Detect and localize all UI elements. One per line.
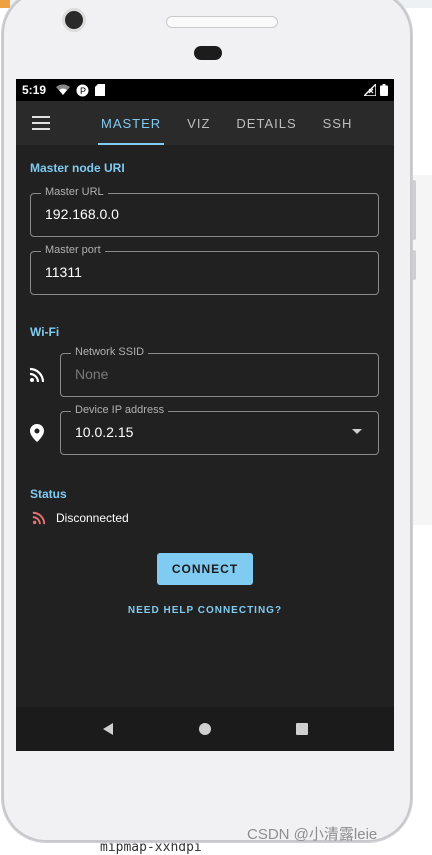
tab-bar: MASTER VIZ DETAILS SSH [88, 101, 365, 145]
master-port-label: Master port [41, 244, 105, 256]
master-url-value: 192.168.0.0 [45, 206, 119, 222]
connect-button[interactable]: CONNECT [157, 553, 253, 585]
home-icon[interactable] [198, 722, 212, 736]
master-section-title: Master node URI [30, 161, 125, 175]
app-bar: MASTER VIZ DETAILS SSH [16, 101, 394, 145]
device-ip-row: Device IP address 10.0.2.15 [16, 404, 394, 455]
network-ssid-field[interactable]: Network SSID None [60, 346, 379, 397]
battery-icon [380, 84, 388, 96]
system-navigation-bar [16, 707, 394, 751]
earpiece-speaker [166, 16, 278, 28]
svg-text:P: P [80, 86, 86, 96]
rss-feed-icon [29, 367, 45, 383]
tab-master[interactable]: MASTER [88, 101, 174, 145]
dropdown-arrow-icon [352, 429, 362, 434]
front-camera [62, 8, 86, 32]
connection-status: Disconnected [32, 511, 394, 525]
cell-signal-icon [364, 84, 376, 96]
background-folder-label: mipmap-xxhdpi [100, 840, 202, 855]
network-ssid-row: Network SSID None [16, 346, 394, 397]
menu-button[interactable] [16, 101, 66, 145]
tab-details[interactable]: DETAILS [223, 101, 309, 145]
help-connecting-link[interactable]: NEED HELP CONNECTING? [16, 605, 394, 616]
volume-button [412, 180, 416, 240]
back-icon[interactable] [101, 722, 115, 736]
app-notification-icon: P [76, 84, 89, 96]
watermark-text: CSDN @小清露leie [247, 826, 378, 843]
recents-icon[interactable] [295, 722, 309, 736]
hamburger-menu-icon [32, 116, 50, 130]
status-bar: 5:19 P [16, 79, 394, 101]
location-pin-icon [30, 424, 44, 442]
rss-feed-red-icon [32, 511, 46, 525]
tab-viz[interactable]: VIZ [174, 101, 223, 145]
app-screen: 5:19 P MASTER VIZ DETAILS SSH Master nod… [16, 79, 394, 751]
sd-card-icon [95, 84, 106, 96]
device-ip-label: Device IP address [71, 404, 169, 416]
master-port-field[interactable]: Master port 11311 [30, 244, 379, 295]
proximity-sensor [194, 46, 222, 60]
network-ssid-label: Network SSID [71, 346, 149, 358]
background-tab-marker [0, 0, 10, 8]
master-url-field[interactable]: Master URL 192.168.0.0 [30, 186, 379, 237]
network-ssid-placeholder: None [75, 366, 109, 382]
wifi-status-icon [56, 84, 71, 95]
power-button [412, 250, 416, 280]
status-value: Disconnected [56, 511, 129, 525]
master-url-label: Master URL [41, 186, 108, 198]
status-time: 5:19 [22, 83, 47, 97]
status-section-title: Status [30, 487, 67, 501]
device-ip-dropdown[interactable]: Device IP address 10.0.2.15 [60, 404, 379, 455]
wifi-section-title: Wi-Fi [30, 325, 60, 339]
device-ip-value: 10.0.2.15 [75, 424, 134, 440]
tab-ssh[interactable]: SSH [310, 101, 366, 145]
master-port-value: 11311 [45, 264, 82, 280]
